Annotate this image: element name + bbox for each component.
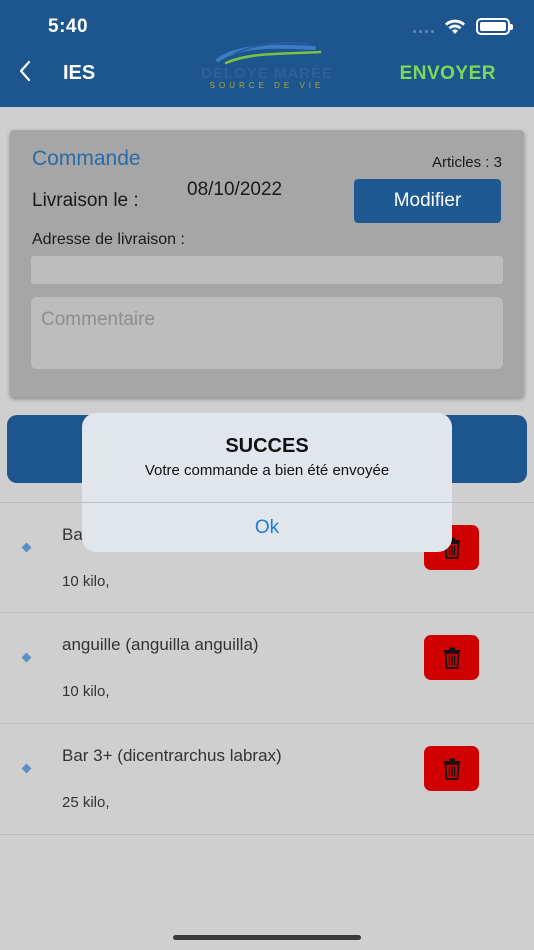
- home-indicator[interactable]: [173, 935, 361, 940]
- list-item[interactable]: anguille (anguilla anguilla) 10 kilo,: [0, 613, 534, 724]
- logo-tagline: SOURCE DE VIE: [209, 81, 325, 90]
- bullet-icon: [21, 542, 32, 553]
- delivery-address-label: Adresse de livraison :: [32, 231, 185, 248]
- alert-title: SUCCES: [225, 435, 309, 457]
- trash-icon: [443, 758, 460, 780]
- list-item[interactable]: Bar 3+ (dicentrarchus labrax) 25 kilo,: [0, 724, 534, 835]
- status-icons: [413, 18, 513, 35]
- order-card: Commande Articles : 3 Livraison le : 08/…: [10, 130, 524, 397]
- comment-field[interactable]: Commentaire: [31, 297, 503, 369]
- delivery-date-label: Livraison le :: [32, 190, 139, 211]
- page-title: IES: [63, 62, 96, 84]
- modify-date-button[interactable]: Modifier: [354, 179, 501, 223]
- trash-icon: [443, 647, 460, 669]
- top-navigation-bar: 5:40 IES DELOYE MARÉE SOURCE DE VIE ENVO…: [0, 0, 534, 107]
- bullet-icon: [21, 652, 32, 663]
- item-name: Bar 3+ (dicentrarchus labrax): [62, 746, 282, 765]
- order-title: Commande: [32, 147, 141, 170]
- wave-logo-icon: [216, 42, 322, 65]
- brand-logo: DELOYE MARÉE SOURCE DE VIE: [190, 40, 344, 92]
- bullet-icon: [21, 763, 32, 774]
- battery-icon: [476, 18, 513, 35]
- delivery-date-value: 08/10/2022: [187, 179, 283, 200]
- alert-ok-button[interactable]: Ok: [82, 503, 452, 552]
- success-alert-dialog: SUCCES Votre commande a bien été envoyée…: [82, 413, 452, 552]
- wifi-icon: [445, 19, 465, 34]
- item-quantity: 10 kilo,: [62, 683, 110, 700]
- logo-name: DELOYE MARÉE: [200, 65, 333, 82]
- delivery-address-field[interactable]: [31, 256, 503, 284]
- back-button[interactable]: [18, 58, 32, 88]
- delete-item-button[interactable]: [424, 746, 479, 791]
- item-quantity: 25 kilo,: [62, 794, 110, 811]
- chevron-left-icon: [19, 60, 31, 82]
- item-quantity: 10 kilo,: [62, 573, 110, 590]
- delete-item-button[interactable]: [424, 635, 479, 680]
- alert-message: Votre commande a bien été envoyée: [144, 462, 390, 479]
- articles-count: Articles : 3: [431, 154, 502, 171]
- status-time: 5:40: [48, 16, 89, 37]
- item-name: anguille (anguilla anguilla): [62, 635, 259, 654]
- send-order-button[interactable]: ENVOYER: [400, 63, 496, 85]
- cellular-signal-icon: [413, 21, 434, 33]
